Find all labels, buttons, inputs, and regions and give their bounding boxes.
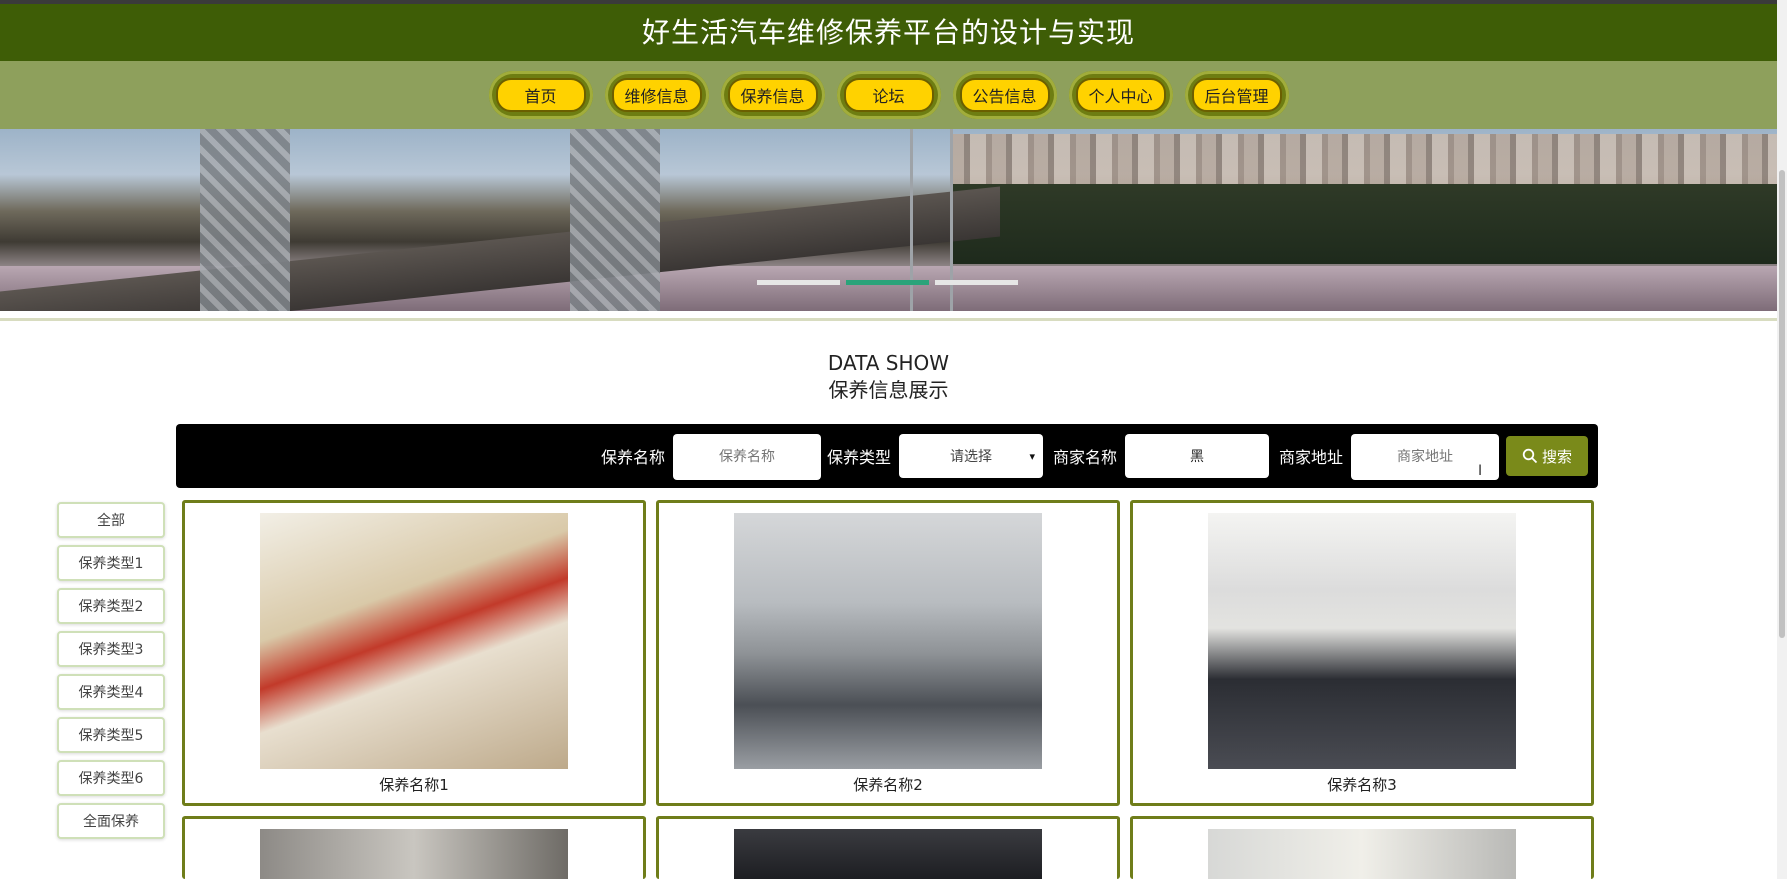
section-divider bbox=[0, 318, 1777, 321]
item-image bbox=[734, 513, 1042, 769]
nav-item-maintenance[interactable]: 保养信息 bbox=[720, 71, 825, 119]
chevron-down-icon: ▾ bbox=[1029, 449, 1035, 463]
section-title-cn: 保养信息展示 bbox=[828, 378, 949, 402]
nav-item-admin[interactable]: 后台管理 bbox=[1184, 71, 1289, 119]
category-type-3[interactable]: 保养类型3 bbox=[57, 631, 165, 667]
type-label: 保养类型 bbox=[827, 448, 892, 467]
item-card[interactable] bbox=[1130, 816, 1594, 879]
nav-item-label: 个人中心 bbox=[1075, 78, 1166, 112]
merchant-input-value: 黑 bbox=[1190, 449, 1204, 465]
carousel-indicators bbox=[757, 280, 1018, 285]
item-card[interactable]: 保养名称2 bbox=[656, 500, 1120, 806]
site-title: 好生活汽车维修保养平台的设计与实现 bbox=[0, 4, 1777, 61]
address-input[interactable] bbox=[1351, 434, 1499, 480]
nav-item-label: 维修信息 bbox=[611, 78, 702, 112]
category-all[interactable]: 全部 bbox=[57, 502, 165, 538]
nav-item-label: 论坛 bbox=[843, 78, 934, 112]
nav-item-label: 保养信息 bbox=[727, 78, 818, 112]
carousel-dot-active[interactable] bbox=[846, 280, 929, 285]
nav-item-label: 首页 bbox=[495, 78, 586, 112]
banner-image-trees bbox=[950, 184, 1777, 264]
scrollbar-thumb[interactable] bbox=[1779, 170, 1785, 638]
banner-image-tower bbox=[200, 129, 290, 311]
category-type-6[interactable]: 保养类型6 bbox=[57, 760, 165, 796]
carousel-dot[interactable] bbox=[935, 280, 1018, 285]
item-name: 保养名称2 bbox=[853, 776, 923, 794]
item-card[interactable] bbox=[182, 816, 646, 879]
page-scrollbar[interactable] bbox=[1777, 0, 1787, 879]
category-sidebar: 全部 保养类型1 保养类型2 保养类型3 保养类型4 保养类型5 保养类型6 全… bbox=[57, 502, 165, 846]
banner-image-tower bbox=[570, 129, 660, 311]
nav-item-forum[interactable]: 论坛 bbox=[836, 71, 941, 119]
nav-item-repair[interactable]: 维修信息 bbox=[604, 71, 709, 119]
main-nav: 首页 维修信息 保养信息 论坛 公告信息 个人中心 后台管理 bbox=[0, 61, 1777, 129]
type-select-value: 请选择 bbox=[950, 449, 992, 465]
item-photo bbox=[260, 513, 568, 769]
text-cursor-icon: I bbox=[1478, 463, 1483, 479]
merchant-input[interactable]: 黑 bbox=[1125, 434, 1269, 478]
section-title: DATA SHOW 保养信息展示 bbox=[0, 350, 1777, 404]
category-type-2[interactable]: 保养类型2 bbox=[57, 588, 165, 624]
nav-item-label: 公告信息 bbox=[959, 78, 1050, 112]
search-icon bbox=[1522, 448, 1538, 464]
merchant-label: 商家名称 bbox=[1053, 448, 1118, 467]
banner-image-city bbox=[950, 134, 1777, 189]
item-image bbox=[1208, 513, 1516, 769]
item-name: 保养名称3 bbox=[1327, 776, 1397, 794]
item-image bbox=[734, 829, 1042, 879]
nav-item-notice[interactable]: 公告信息 bbox=[952, 71, 1057, 119]
name-label: 保养名称 bbox=[601, 448, 666, 467]
category-type-1[interactable]: 保养类型1 bbox=[57, 545, 165, 581]
search-bar: 保养名称 保养类型 请选择 ▾ 商家名称 黑 商家地址 搜索 bbox=[176, 424, 1598, 488]
name-input[interactable] bbox=[673, 434, 821, 480]
item-photo bbox=[734, 829, 1042, 879]
item-image bbox=[1208, 829, 1516, 879]
address-label: 商家地址 bbox=[1279, 448, 1344, 467]
item-card[interactable]: 保养名称3 bbox=[1130, 500, 1594, 806]
item-image bbox=[260, 513, 568, 769]
nav-item-home[interactable]: 首页 bbox=[488, 71, 593, 119]
nav-item-profile[interactable]: 个人中心 bbox=[1068, 71, 1173, 119]
item-name: 保养名称1 bbox=[379, 776, 449, 794]
item-image bbox=[260, 829, 568, 879]
item-photo bbox=[1208, 829, 1516, 879]
search-button-label: 搜索 bbox=[1541, 447, 1572, 466]
carousel-dot[interactable] bbox=[757, 280, 840, 285]
section-title-en: DATA SHOW bbox=[827, 351, 950, 375]
nav-item-label: 后台管理 bbox=[1191, 78, 1282, 112]
category-type-5[interactable]: 保养类型5 bbox=[57, 717, 165, 753]
item-photo bbox=[734, 513, 1042, 769]
item-card[interactable]: 保养名称1 bbox=[182, 500, 646, 806]
category-type-4[interactable]: 保养类型4 bbox=[57, 674, 165, 710]
item-photo bbox=[260, 829, 568, 879]
item-photo bbox=[1208, 513, 1516, 769]
item-card[interactable] bbox=[656, 816, 1120, 879]
search-button[interactable]: 搜索 bbox=[1506, 436, 1588, 476]
category-full[interactable]: 全面保养 bbox=[57, 803, 165, 839]
type-select[interactable]: 请选择 ▾ bbox=[899, 434, 1043, 478]
